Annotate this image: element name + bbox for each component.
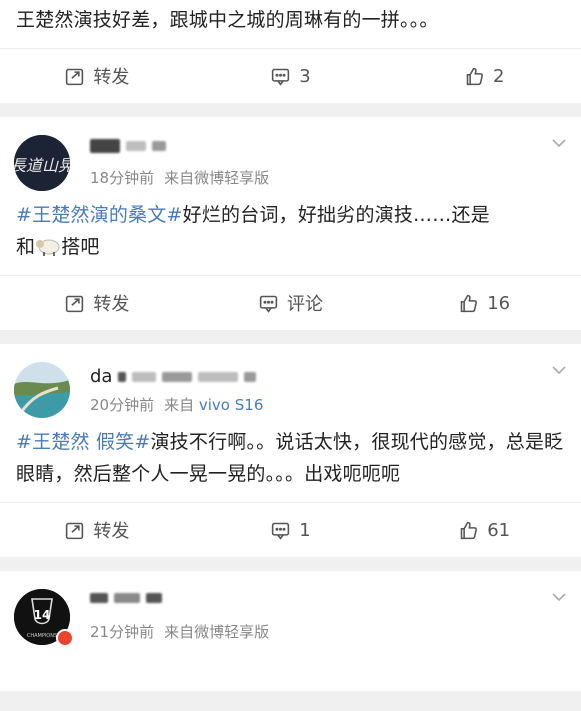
username-text: da [90,366,113,387]
svg-text:長道山晃: 長道山晃 [14,156,70,175]
chevron-down-icon[interactable] [551,135,567,151]
thumbs-up-icon [460,521,478,539]
like-count: 16 [487,292,511,314]
blurred-name [118,371,127,382]
post-card: 14 CHAMPIONS 21分钟前 来自微博轻享版 [0,571,581,691]
timestamp: 18分钟前 [90,169,155,187]
separator [0,557,581,571]
blurred-name [90,139,120,153]
calligraphy-avatar-icon: 長道山晃 [14,135,70,191]
comment-label: 评论 [287,294,323,315]
post-card: da 20分钟前 来自 vivo S16 #王楚然 假笑#演技不行啊。。说话太快… [0,344,581,557]
action-bar: 转发 1 61 [0,502,581,557]
verified-badge-icon [56,629,74,647]
separator [0,103,581,117]
avatar[interactable]: 長道山晃 [14,135,70,191]
repost-label: 转发 [93,294,130,315]
post-meta: 18分钟前 来自微博轻享版 [90,167,269,188]
like-button[interactable]: 2 [387,66,581,87]
separator [0,330,581,344]
post-header: da 20分钟前 来自 vivo S16 [0,344,581,426]
like-button[interactable]: 61 [387,520,581,541]
action-bar: 转发 评论 16 [0,275,581,330]
comment-icon [259,295,278,313]
comment-button[interactable]: 评论 [194,290,388,316]
post-meta: 21分钟前 来自微博轻享版 [90,621,269,642]
chevron-down-icon[interactable] [551,589,567,605]
comment-button[interactable]: 1 [194,520,388,541]
post-header: 14 CHAMPIONS 21分钟前 来自微博轻享版 [0,571,581,653]
comment-icon [272,522,290,540]
post-body: 王楚然演技好差，跟城中之城的周琳有的一拼。。。 [16,9,439,31]
hashtag-link[interactable]: #王楚然 假笑# [16,431,150,453]
landscape-avatar-icon [14,362,70,418]
post-card: 王楚然演技好差，跟城中之城的周琳有的一拼。。。 转发 3 2 [0,0,581,103]
weibo-feed: 王楚然演技好差，跟城中之城的周琳有的一拼。。。 转发 3 2 長道山晃 [0,0,581,691]
username[interactable] [90,139,166,153]
post-body: 搭吧 [61,236,100,258]
username[interactable] [90,593,162,603]
comment-count: 1 [299,519,311,541]
blurred-name [90,593,108,603]
repost-button[interactable]: 转发 [0,290,194,316]
source: 来自微博轻享版 [164,623,270,641]
comment-count: 3 [299,65,311,87]
timestamp: 20分钟前 [90,396,155,414]
repost-icon [66,295,84,312]
post-text: #王楚然演的桑文#好烂的台词，好拙劣的演技……还是 和 搭吧 [0,199,581,275]
comment-button[interactable]: 3 [194,66,388,87]
blurred-name [162,371,193,382]
hashtag-link[interactable]: #王楚然演的桑文# [16,204,183,226]
like-count: 61 [487,519,511,541]
repost-button[interactable]: 转发 [0,517,194,543]
blurred-name [126,141,146,151]
blurred-name [198,371,239,382]
thumbs-up-icon [466,67,483,85]
post-body: 和 [16,236,36,258]
svg-text:14: 14 [34,608,51,622]
source-device-link[interactable]: vivo S16 [199,396,263,414]
sheep-emoji-icon [35,235,61,257]
source: 来自 [164,396,195,414]
repost-icon [66,522,84,539]
repost-label: 转发 [93,521,130,542]
repost-label: 转发 [93,67,130,88]
chevron-down-icon[interactable] [551,362,567,378]
avatar[interactable] [14,362,70,418]
post-text: #王楚然 假笑#演技不行啊。。说话太快，很现代的感觉，总是眨眼睛，然后整个人一晃… [0,426,581,502]
comment-icon [272,68,290,86]
blurred-name [132,371,157,382]
blurred-name [114,593,140,603]
timestamp: 21分钟前 [90,623,155,641]
post-card: 長道山晃 18分钟前 来自微博轻享版 #王楚然演的桑文#好烂的台词，好拙劣的演技… [0,117,581,330]
source: 来自微博轻享版 [164,169,270,187]
thumbs-up-icon [460,294,478,312]
post-body: 好烂的台词，好拙劣的演技……还是 [182,204,490,226]
action-bar: 转发 3 2 [0,48,581,103]
post-header: 長道山晃 18分钟前 来自微博轻享版 [0,117,581,199]
blurred-name [146,593,162,603]
repost-icon [66,68,84,85]
post-meta: 20分钟前 来自 vivo S16 [90,394,263,415]
like-button[interactable]: 16 [387,293,581,314]
post-text: 王楚然演技好差，跟城中之城的周琳有的一拼。。。 [0,4,581,48]
blurred-name [244,371,257,382]
repost-button[interactable]: 转发 [0,63,194,89]
svg-text:CHAMPIONS: CHAMPIONS [27,633,57,639]
like-count: 2 [492,65,505,87]
blurred-name [152,141,166,151]
username[interactable]: da [90,366,257,387]
